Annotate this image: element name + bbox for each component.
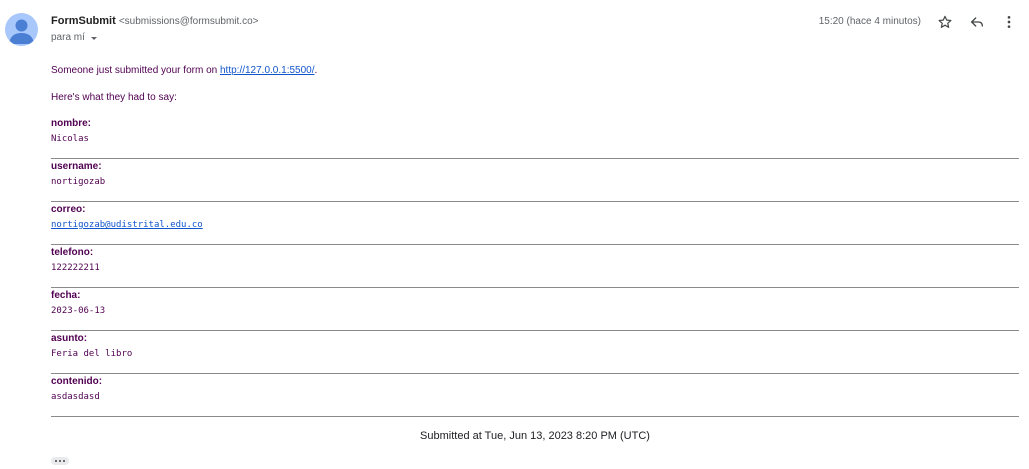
- field-value: nortigozab: [51, 177, 106, 187]
- intro-line: Someone just submitted your form on http…: [51, 64, 1019, 77]
- field-value: Feria del libro: [51, 349, 133, 359]
- field-contenido: contenido: asdasdasd: [51, 375, 1019, 417]
- avatar-person-icon: [9, 19, 34, 44]
- chevron-down-icon: [90, 36, 97, 40]
- field-fecha: fecha: 2023-06-13: [51, 289, 1019, 331]
- dot-icon: [59, 460, 61, 462]
- field-value: Nicolas: [51, 134, 89, 144]
- sender-name[interactable]: FormSubmit: [51, 15, 116, 27]
- intro-text: Someone just submitted your form on: [51, 65, 220, 76]
- dot-icon: [55, 460, 57, 462]
- field-label: contenido:: [51, 376, 103, 387]
- star-button[interactable]: [933, 12, 957, 32]
- avatar[interactable]: [5, 13, 38, 46]
- form-url-link[interactable]: http://127.0.0.1:5500/: [220, 65, 315, 76]
- star-icon: [938, 15, 952, 28]
- show-trimmed-content-button[interactable]: [51, 457, 69, 465]
- more-vert-icon: [1007, 16, 1011, 28]
- fields-table: nombre: Nicolas username: nortigozab cor…: [51, 117, 1019, 417]
- field-correo: correo: nortigozab@udistrital.edu.co: [51, 203, 1019, 245]
- message-actions: [933, 12, 1021, 32]
- field-label: correo:: [51, 204, 86, 215]
- sender-email: <submissions@formsubmit.co>: [118, 16, 259, 27]
- recipient-label: para mí: [51, 32, 85, 43]
- field-value: 2023-06-13: [51, 306, 106, 316]
- field-asunto: asunto: Feria del libro: [51, 332, 1019, 374]
- more-options-button[interactable]: [997, 12, 1021, 32]
- field-telefono: telefono: 122222211: [51, 246, 1019, 288]
- email-link[interactable]: nortigozab@udistrital.edu.co: [51, 220, 203, 230]
- dot-icon: [63, 460, 65, 462]
- field-label: telefono:: [51, 247, 94, 258]
- field-label: nombre:: [51, 118, 91, 129]
- field-value: asdasdasd: [51, 392, 100, 402]
- field-value: nortigozab@udistrital.edu.co: [51, 219, 1019, 231]
- intro-end: .: [314, 65, 318, 76]
- recipient-dropdown[interactable]: para mí: [51, 32, 99, 43]
- field-value: 122222211: [51, 263, 100, 273]
- field-label: fecha:: [51, 290, 81, 301]
- subheading: Here's what they had to say:: [51, 92, 177, 103]
- reply-icon: [971, 17, 983, 27]
- reply-button[interactable]: [965, 12, 989, 32]
- field-label: asunto:: [51, 333, 88, 344]
- field-username: username: nortigozab: [51, 160, 1019, 202]
- submitted-at: Submitted at Tue, Jun 13, 2023 8:20 PM (…: [420, 430, 650, 442]
- field-nombre: nombre: Nicolas: [51, 117, 1019, 159]
- field-label: username:: [51, 161, 102, 172]
- sender-line: FormSubmit <submissions@formsubmit.co>: [51, 15, 259, 27]
- message-body: Someone just submitted your form on http…: [51, 64, 1019, 442]
- timestamp: 15:20 (hace 4 minutos): [818, 16, 921, 27]
